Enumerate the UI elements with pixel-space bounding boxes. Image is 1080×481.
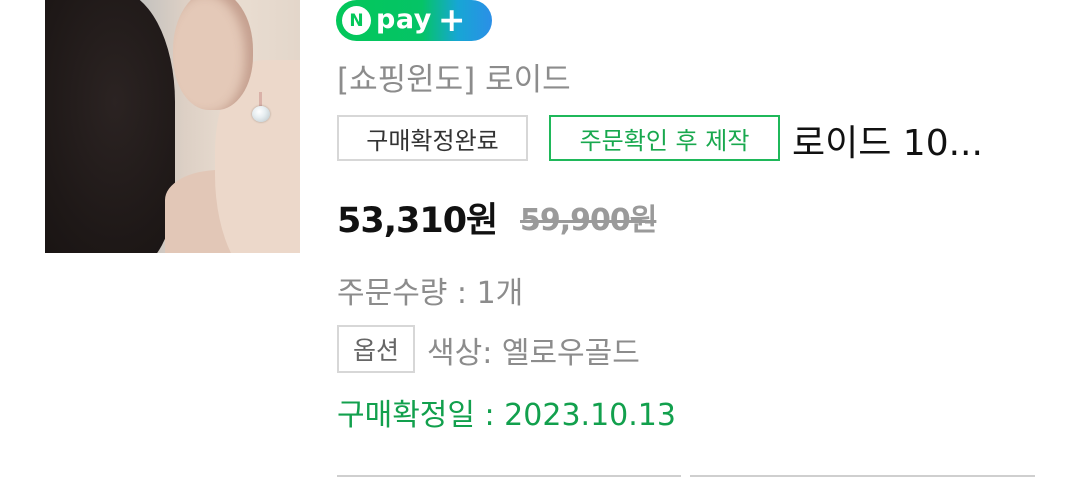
sale-price: 53,310원 (337, 201, 498, 241)
original-price: 59,900원 (520, 203, 657, 238)
npay-text: pay (376, 3, 432, 35)
npay-plus-logo: N pay + (336, 0, 492, 41)
purchase-confirm-date: 구매확정일 : 2023.10.13 (337, 398, 676, 433)
thumbnail-hair (45, 0, 175, 253)
action-button-right[interactable] (690, 475, 1035, 481)
earring-gem (252, 106, 270, 122)
product-thumbnail[interactable] (45, 0, 300, 253)
seller-name[interactable]: [쇼핑윈도] 로이드 (337, 54, 571, 99)
order-quantity: 주문수량 : 1개 (337, 276, 524, 311)
action-button-left[interactable] (337, 475, 681, 481)
plus-icon: + (437, 0, 466, 39)
npay-n-icon: N (342, 6, 371, 35)
option-value: 색상: 옐로우골드 (427, 336, 640, 371)
purchase-confirmed-badge: 구매확정완료 (337, 115, 528, 161)
option-badge: 옵션 (337, 325, 415, 373)
thumbnail-ear (173, 0, 253, 110)
product-name[interactable]: 로이드 10... (792, 114, 983, 166)
made-to-order-badge: 주문확인 후 제작 (549, 115, 780, 161)
